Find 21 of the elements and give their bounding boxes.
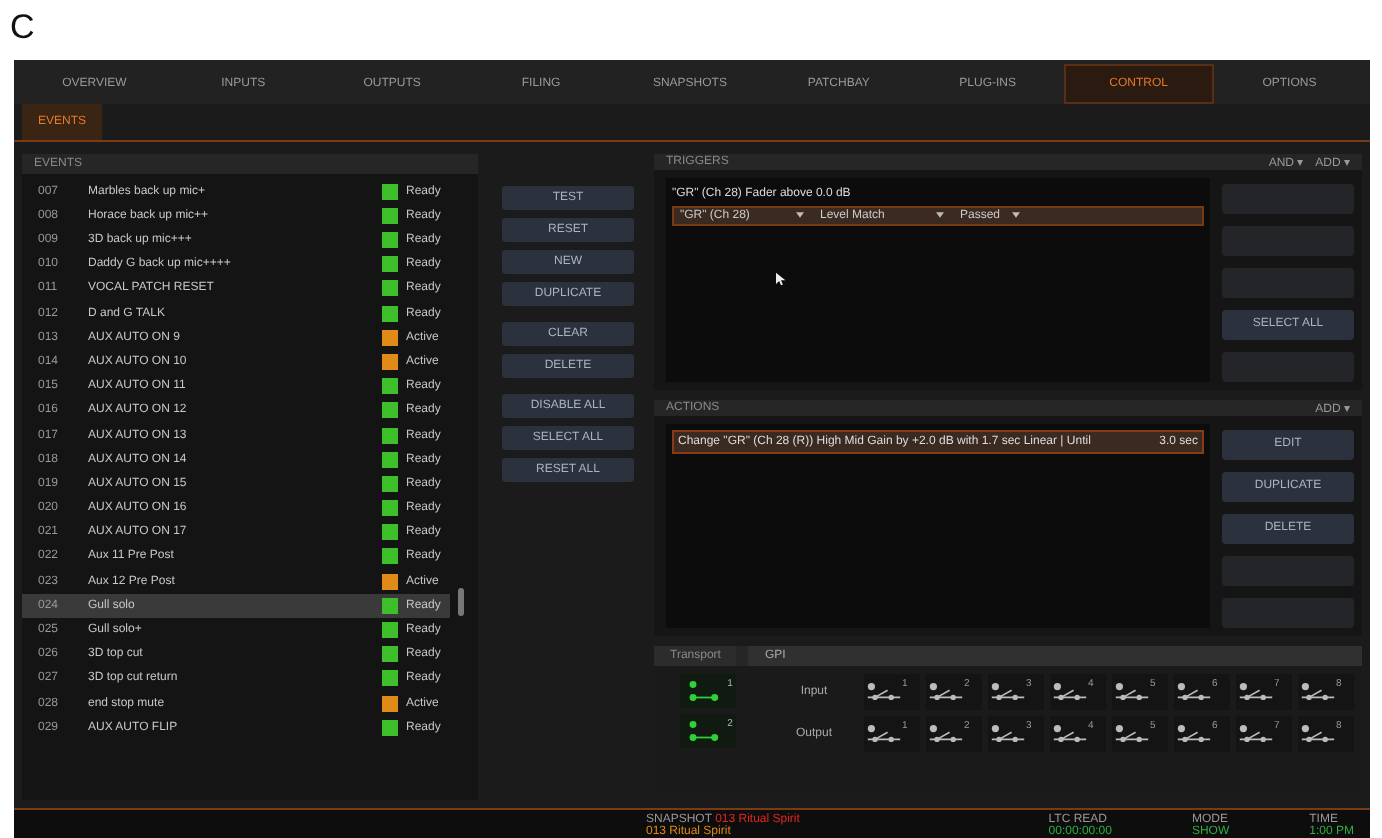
cursor-icon [776,271,786,286]
caret-icon [1012,212,1020,219]
figure-label: C [8,6,37,50]
switch-icon [1238,677,1274,706]
switch-icon [1176,719,1212,748]
caret-icon [936,212,944,219]
caret-icon [796,212,804,219]
switch-icon [866,677,902,706]
switch-icon [1052,719,1088,748]
switch-icon [1176,677,1212,706]
switch-icon [1114,719,1150,748]
switch-icon [1114,677,1150,706]
switch-icon [990,677,1026,706]
switch-icon [928,719,964,748]
switch-icon [1052,677,1088,706]
switch-icon [1300,677,1336,706]
switch-icon [990,719,1026,748]
switch-icon [866,719,902,748]
switch-icon [1238,719,1274,748]
switch-icon [1300,719,1336,748]
switch-icon [928,677,964,706]
